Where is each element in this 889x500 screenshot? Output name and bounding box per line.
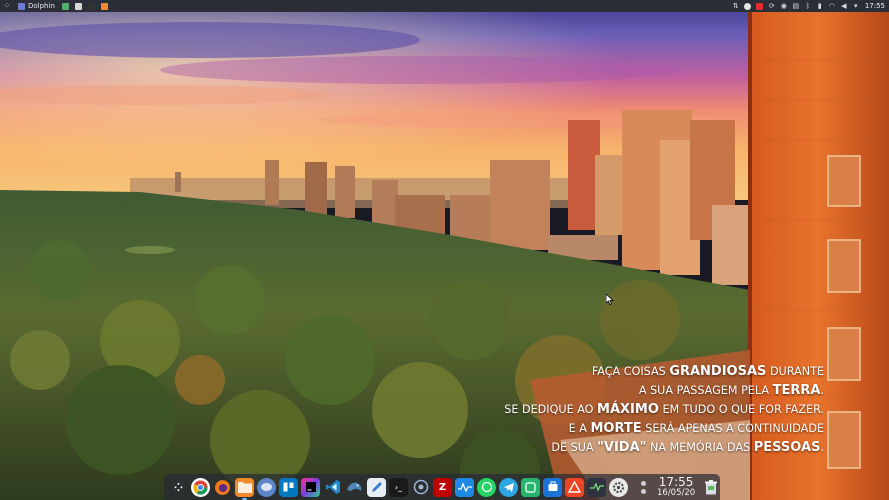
browser-icon[interactable] [74, 2, 82, 10]
wifi-icon[interactable]: ◠ [826, 0, 838, 12]
quote-line-2: A SUA PASSAGEM PELA TERRA. [638, 383, 824, 398]
volume-icon[interactable]: ◀ [838, 0, 850, 12]
quote-line-1: FAÇA COISAS GRANDIOSAS DURANTE [591, 364, 824, 379]
clipboard-icon[interactable]: ▤ [790, 0, 802, 12]
sync-icon[interactable]: ⟳ [766, 0, 778, 12]
dock-clock-date: 16/05/20 [657, 488, 696, 499]
battery-icon[interactable]: ▮ [814, 0, 826, 12]
mail-icon[interactable] [754, 0, 766, 12]
wallpaper-quote: FAÇA COISAS GRANDIOSAS DURANTE A SUA PAS… [504, 362, 824, 457]
network-icon[interactable]: ⇅ [730, 0, 742, 12]
bluetooth-icon[interactable]: ᛒ [802, 0, 814, 12]
anydesk-icon[interactable] [565, 477, 584, 497]
discover-icon[interactable] [543, 477, 562, 497]
gimp-icon[interactable] [257, 477, 276, 497]
telegram-icon[interactable] [499, 477, 518, 497]
mysql-workbench-icon[interactable] [345, 478, 364, 497]
taskbar-item-dolphin[interactable]: Dolphin [14, 0, 59, 12]
dock-clock-time: 17:55 [658, 475, 694, 490]
vscode-icon[interactable] [323, 478, 342, 497]
terminal-icon[interactable]: ›_ [389, 477, 408, 497]
settings-icon[interactable] [609, 477, 628, 497]
media-icon[interactable] [742, 0, 754, 12]
firefox-icon[interactable] [213, 478, 232, 497]
files-icon[interactable] [100, 2, 108, 10]
taskbar-item-label: Dolphin [28, 2, 55, 10]
mouse-cursor-icon [606, 294, 614, 305]
notification-icon[interactable]: ▾ [850, 0, 862, 12]
dock-indicators[interactable] [638, 480, 649, 494]
panel-clock[interactable]: 17:55 [862, 0, 889, 12]
kwrite-icon[interactable] [367, 477, 386, 497]
quote-line-5: DE SUA "VIDA" NA MEMÓRIA DAS PESSOAS. [551, 440, 824, 455]
kde-launcher-icon[interactable]: ⁘ [0, 0, 14, 12]
activity-monitor-icon[interactable] [455, 477, 474, 497]
quote-line-3: SE DEDIQUE AO MÁXIMO EM TUDO O QUE FOR F… [504, 402, 824, 417]
dock: ⁘ ›_ Z 17:55 16/05/20 [164, 474, 720, 500]
screenshot-icon[interactable] [411, 478, 430, 497]
dolphin-icon [18, 2, 25, 10]
system-monitor-icon[interactable] [587, 477, 606, 497]
whatsapp-icon[interactable] [477, 477, 496, 497]
chat-app-icon[interactable] [61, 2, 69, 10]
trello-icon[interactable] [279, 477, 298, 497]
filezilla-icon[interactable]: Z [433, 477, 452, 497]
trash-icon[interactable] [701, 478, 720, 497]
app-launcher-icon[interactable]: ⁘ [169, 478, 188, 497]
terminal-icon[interactable] [87, 2, 95, 10]
phpstorm-icon[interactable] [301, 477, 320, 497]
update-icon[interactable]: ◉ [778, 0, 790, 12]
top-panel: ⁘ Dolphin ⇅ ⟳ ◉ ▤ ᛒ ▮ ◠ ◀ ▾ 17:55 [0, 0, 889, 12]
dock-clock[interactable]: 17:55 16/05/20 [654, 476, 698, 498]
chrome-icon[interactable] [191, 477, 210, 497]
quote-line-4: E A MORTE SERÁ APENAS A CONTINUIDADE [568, 421, 824, 436]
snapshot-icon[interactable] [521, 477, 540, 497]
files-icon[interactable] [235, 477, 254, 500]
